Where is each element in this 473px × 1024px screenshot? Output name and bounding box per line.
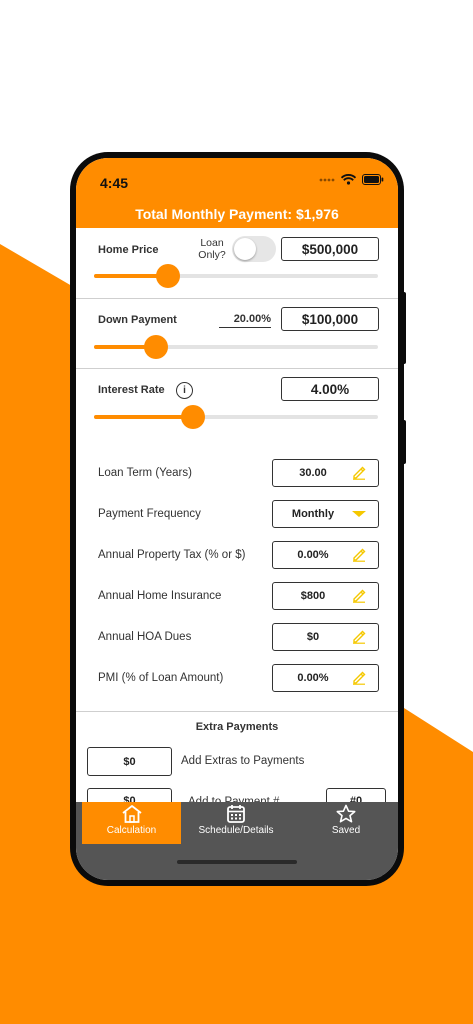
interest-rate-label: Interest Rate <box>98 384 165 396</box>
hoa-dues-input[interactable]: $0 <box>272 623 379 651</box>
home-indicator <box>177 860 297 864</box>
down-payment-slider[interactable] <box>94 335 378 359</box>
interest-rate-slider-thumb[interactable] <box>181 405 206 429</box>
home-price-input[interactable]: $500,000 <box>281 237 379 261</box>
payment-frequency-select[interactable]: Monthly <box>272 500 379 528</box>
extra-payments-title: Extra Payments <box>195 721 279 733</box>
loan-only-label: Loan Only? <box>194 237 230 261</box>
hoa-dues-value: $0 <box>306 631 320 643</box>
home-insurance-label: Annual Home Insurance <box>98 590 222 602</box>
info-icon[interactable]: i <box>176 382 193 399</box>
header: 4:45 Total Monthly Payment: $1,976 <box>76 158 398 228</box>
tab-calculation[interactable]: Calculation <box>82 802 181 844</box>
payment-frequency-value: Monthly <box>291 508 335 520</box>
pmi-input[interactable]: 0.00% <box>272 664 379 692</box>
property-tax-value: 0.00% <box>297 549 329 561</box>
edit-pencil-icon[interactable] <box>352 548 366 562</box>
home-price-slider-thumb[interactable] <box>155 264 180 288</box>
extra-payments-divider <box>76 711 398 712</box>
down-payment-label: Down Payment <box>98 314 177 326</box>
home-price-slider[interactable] <box>94 264 378 288</box>
extra-payment-input[interactable]: $0 <box>87 747 172 776</box>
property-tax-label: Annual Property Tax (% or $) <box>98 549 246 561</box>
edit-pencil-icon[interactable] <box>352 630 366 644</box>
property-tax-input[interactable]: 0.00% <box>272 541 379 569</box>
app-screen: 4:45 Total Monthly Payment: $1,976 Home … <box>76 158 398 880</box>
total-monthly-payment: Total Monthly Payment: $1,976 <box>135 206 339 222</box>
down-payment-slider-thumb[interactable] <box>144 335 169 359</box>
down-payment-input[interactable]: $100,000 <box>281 307 379 331</box>
interest-rate-section: Interest Rate i 4.00% <box>76 369 398 445</box>
home-price-section: Home Price Loan Only? $500,000 <box>76 228 398 299</box>
tab-calculation-label: Calculation <box>106 825 157 836</box>
dropdown-triangle-icon <box>352 511 366 517</box>
loan-only-toggle[interactable] <box>232 236 276 262</box>
edit-pencil-icon[interactable] <box>352 466 366 480</box>
add-extras-label: Add Extras to Payments <box>181 755 305 767</box>
down-payment-percent[interactable]: 20.00% <box>219 313 271 328</box>
battery-icon <box>362 174 384 185</box>
wifi-icon <box>341 174 356 185</box>
pmi-label: PMI (% of Loan Amount) <box>98 672 224 684</box>
tab-bar: Calculation Schedule/Details Saved <box>76 802 398 880</box>
star-icon <box>336 804 356 823</box>
loan-term-input[interactable]: 30.00 <box>272 459 379 487</box>
tab-schedule[interactable]: Schedule/Details <box>186 802 286 844</box>
home-icon <box>121 805 142 823</box>
loan-term-label: Loan Term (Years) <box>98 467 192 479</box>
tab-schedule-label: Schedule/Details <box>198 825 274 836</box>
interest-rate-slider-fill <box>94 415 194 419</box>
down-payment-section: Down Payment 20.00% $100,000 <box>76 298 398 369</box>
tab-saved-label: Saved <box>331 825 361 836</box>
interest-rate-input[interactable]: 4.00% <box>281 377 379 401</box>
status-time: 4:45 <box>100 175 129 191</box>
toggle-knob <box>234 238 256 260</box>
payment-frequency-label: Payment Frequency <box>98 508 201 520</box>
calendar-icon <box>227 805 245 823</box>
signal-dots-icon <box>319 178 335 181</box>
loan-only-line-1: Loan <box>200 237 224 249</box>
phone-side-button <box>402 292 406 364</box>
edit-pencil-icon[interactable] <box>352 671 366 685</box>
status-icons <box>319 174 384 185</box>
edit-pencil-icon[interactable] <box>352 589 366 603</box>
pmi-value: 0.00% <box>297 672 329 684</box>
loan-term-value: 30.00 <box>299 467 327 479</box>
loan-only-line-2: Only? <box>198 249 226 261</box>
home-price-label: Home Price <box>98 244 159 256</box>
interest-rate-slider[interactable] <box>94 405 378 429</box>
phone-side-button <box>402 420 406 464</box>
home-insurance-value: $800 <box>300 590 326 602</box>
tab-saved[interactable]: Saved <box>296 802 396 844</box>
hoa-dues-label: Annual HOA Dues <box>98 631 192 643</box>
home-insurance-input[interactable]: $800 <box>272 582 379 610</box>
